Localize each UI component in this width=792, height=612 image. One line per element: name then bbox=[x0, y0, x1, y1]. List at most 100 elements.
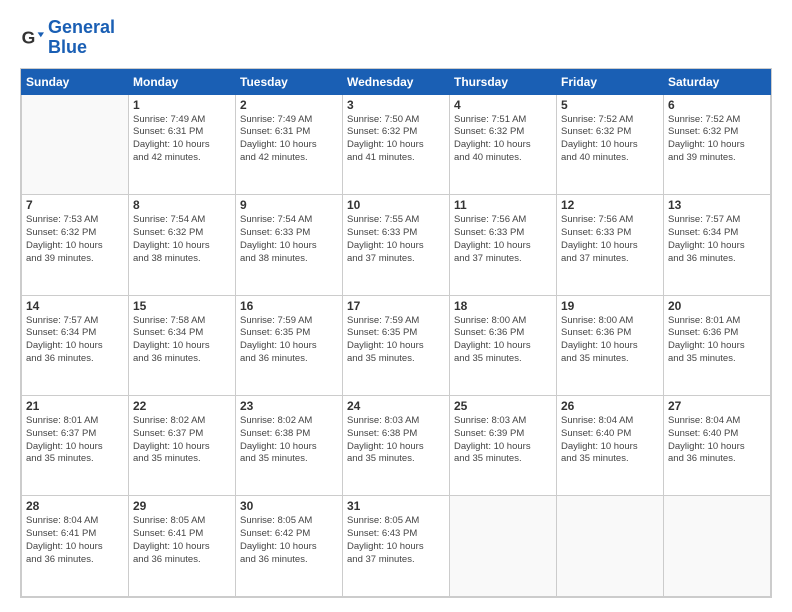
col-header-friday: Friday bbox=[557, 69, 664, 94]
logo: G General Blue bbox=[20, 18, 115, 58]
day-info: Sunrise: 8:02 AM Sunset: 6:37 PM Dayligh… bbox=[133, 415, 231, 466]
day-info: Sunrise: 7:52 AM Sunset: 6:32 PM Dayligh… bbox=[668, 114, 766, 165]
day-number: 7 bbox=[26, 198, 124, 212]
calendar-day-28: 28 Sunrise: 8:04 AM Sunset: 6:41 PM Dayli… bbox=[22, 496, 129, 597]
calendar: SundayMondayTuesdayWednesdayThursdayFrid… bbox=[20, 68, 772, 598]
day-info: Sunrise: 7:54 AM Sunset: 6:33 PM Dayligh… bbox=[240, 214, 338, 265]
day-info: Sunrise: 7:51 AM Sunset: 6:32 PM Dayligh… bbox=[454, 114, 552, 165]
col-header-saturday: Saturday bbox=[664, 69, 771, 94]
empty-cell bbox=[557, 496, 664, 597]
header: G General Blue bbox=[20, 18, 772, 58]
calendar-day-12: 12Sunrise: 7:56 AM Sunset: 6:33 PM Dayli… bbox=[557, 195, 664, 295]
day-info: Sunrise: 7:56 AM Sunset: 6:33 PM Dayligh… bbox=[561, 214, 659, 265]
day-info: Sunrise: 8:05 AM Sunset: 6:41 PM Dayligh… bbox=[133, 515, 231, 566]
empty-cell bbox=[22, 94, 129, 194]
calendar-day-2: 2 Sunrise: 7:49 AM Sunset: 6:31 PM Daylig… bbox=[236, 94, 343, 194]
day-number: 4 bbox=[454, 98, 552, 112]
day-number: 22 bbox=[133, 399, 231, 413]
day-info: Sunrise: 8:02 AM Sunset: 6:38 PM Dayligh… bbox=[240, 415, 338, 466]
day-info: Sunrise: 8:03 AM Sunset: 6:38 PM Dayligh… bbox=[347, 415, 445, 466]
calendar-day-18: 18Sunrise: 8:00 AM Sunset: 6:36 PM Dayli… bbox=[450, 295, 557, 395]
day-number: 13 bbox=[668, 198, 766, 212]
day-number: 30 bbox=[240, 499, 338, 513]
day-info: Sunrise: 7:53 AM Sunset: 6:32 PM Dayligh… bbox=[26, 214, 124, 265]
day-info: Sunrise: 7:52 AM Sunset: 6:32 PM Dayligh… bbox=[561, 114, 659, 165]
day-info: Sunrise: 8:03 AM Sunset: 6:39 PM Dayligh… bbox=[454, 415, 552, 466]
logo-text: General Blue bbox=[48, 18, 115, 58]
day-number: 21 bbox=[26, 399, 124, 413]
calendar-day-23: 23 Sunrise: 8:02 AM Sunset: 6:38 PM Dayli… bbox=[236, 396, 343, 496]
calendar-header-row: SundayMondayTuesdayWednesdayThursdayFrid… bbox=[22, 69, 771, 94]
col-header-monday: Monday bbox=[129, 69, 236, 94]
calendar-day-11: 11 Sunrise: 7:56 AM Sunset: 6:33 PM Dayli… bbox=[450, 195, 557, 295]
calendar-day-17: 17Sunrise: 7:59 AM Sunset: 6:35 PM Dayli… bbox=[343, 295, 450, 395]
svg-text:G: G bbox=[22, 27, 36, 47]
day-number: 28 bbox=[26, 499, 124, 513]
day-info: Sunrise: 8:01 AM Sunset: 6:37 PM Dayligh… bbox=[26, 415, 124, 466]
calendar-day-10: 10Sunrise: 7:55 AM Sunset: 6:33 PM Dayli… bbox=[343, 195, 450, 295]
calendar-day-24: 24 Sunrise: 8:03 AM Sunset: 6:38 PM Dayli… bbox=[343, 396, 450, 496]
calendar-day-29: 29 Sunrise: 8:05 AM Sunset: 6:41 PM Dayli… bbox=[129, 496, 236, 597]
calendar-day-22: 22 Sunrise: 8:02 AM Sunset: 6:37 PM Dayli… bbox=[129, 396, 236, 496]
calendar-day-31: 31 Sunrise: 8:05 AM Sunset: 6:43 PM Dayli… bbox=[343, 496, 450, 597]
calendar-week-row: 28 Sunrise: 8:04 AM Sunset: 6:41 PM Dayli… bbox=[22, 496, 771, 597]
page: G General Blue SundayMondayTuesdayWednes… bbox=[0, 0, 792, 612]
day-number: 17 bbox=[347, 299, 445, 313]
day-number: 24 bbox=[347, 399, 445, 413]
day-number: 11 bbox=[454, 198, 552, 212]
calendar-day-27: 27Sunrise: 8:04 AM Sunset: 6:40 PM Dayli… bbox=[664, 396, 771, 496]
calendar-day-30: 30 Sunrise: 8:05 AM Sunset: 6:42 PM Dayli… bbox=[236, 496, 343, 597]
calendar-day-8: 8 Sunrise: 7:54 AM Sunset: 6:32 PM Daylig… bbox=[129, 195, 236, 295]
logo-icon: G bbox=[20, 26, 44, 50]
calendar-day-20: 20 Sunrise: 8:01 AM Sunset: 6:36 PM Dayli… bbox=[664, 295, 771, 395]
day-number: 29 bbox=[133, 499, 231, 513]
day-number: 10 bbox=[347, 198, 445, 212]
day-info: Sunrise: 7:50 AM Sunset: 6:32 PM Dayligh… bbox=[347, 114, 445, 165]
calendar-day-26: 26Sunrise: 8:04 AM Sunset: 6:40 PM Dayli… bbox=[557, 396, 664, 496]
day-info: Sunrise: 7:49 AM Sunset: 6:31 PM Dayligh… bbox=[240, 114, 338, 165]
day-info: Sunrise: 8:04 AM Sunset: 6:41 PM Dayligh… bbox=[26, 515, 124, 566]
day-number: 1 bbox=[133, 98, 231, 112]
calendar-day-5: 5 Sunrise: 7:52 AM Sunset: 6:32 PM Daylig… bbox=[557, 94, 664, 194]
day-info: Sunrise: 7:54 AM Sunset: 6:32 PM Dayligh… bbox=[133, 214, 231, 265]
day-number: 8 bbox=[133, 198, 231, 212]
calendar-day-4: 4 Sunrise: 7:51 AM Sunset: 6:32 PM Daylig… bbox=[450, 94, 557, 194]
day-info: Sunrise: 8:05 AM Sunset: 6:42 PM Dayligh… bbox=[240, 515, 338, 566]
day-info: Sunrise: 7:49 AM Sunset: 6:31 PM Dayligh… bbox=[133, 114, 231, 165]
day-number: 5 bbox=[561, 98, 659, 112]
day-number: 15 bbox=[133, 299, 231, 313]
day-info: Sunrise: 8:00 AM Sunset: 6:36 PM Dayligh… bbox=[454, 315, 552, 366]
calendar-day-6: 6Sunrise: 7:52 AM Sunset: 6:32 PM Daylig… bbox=[664, 94, 771, 194]
day-info: Sunrise: 8:05 AM Sunset: 6:43 PM Dayligh… bbox=[347, 515, 445, 566]
col-header-tuesday: Tuesday bbox=[236, 69, 343, 94]
calendar-day-25: 25 Sunrise: 8:03 AM Sunset: 6:39 PM Dayli… bbox=[450, 396, 557, 496]
day-number: 14 bbox=[26, 299, 124, 313]
col-header-wednesday: Wednesday bbox=[343, 69, 450, 94]
day-info: Sunrise: 7:57 AM Sunset: 6:34 PM Dayligh… bbox=[26, 315, 124, 366]
day-info: Sunrise: 8:01 AM Sunset: 6:36 PM Dayligh… bbox=[668, 315, 766, 366]
calendar-day-1: 1 Sunrise: 7:49 AM Sunset: 6:31 PM Daylig… bbox=[129, 94, 236, 194]
calendar-day-21: 21 Sunrise: 8:01 AM Sunset: 6:37 PM Dayli… bbox=[22, 396, 129, 496]
calendar-day-9: 9Sunrise: 7:54 AM Sunset: 6:33 PM Daylig… bbox=[236, 195, 343, 295]
day-info: Sunrise: 7:59 AM Sunset: 6:35 PM Dayligh… bbox=[240, 315, 338, 366]
day-number: 16 bbox=[240, 299, 338, 313]
calendar-day-3: 3Sunrise: 7:50 AM Sunset: 6:32 PM Daylig… bbox=[343, 94, 450, 194]
day-number: 19 bbox=[561, 299, 659, 313]
calendar-week-row: 14 Sunrise: 7:57 AM Sunset: 6:34 PM Dayli… bbox=[22, 295, 771, 395]
calendar-week-row: 21 Sunrise: 8:01 AM Sunset: 6:37 PM Dayli… bbox=[22, 396, 771, 496]
day-number: 31 bbox=[347, 499, 445, 513]
col-header-thursday: Thursday bbox=[450, 69, 557, 94]
col-header-sunday: Sunday bbox=[22, 69, 129, 94]
day-info: Sunrise: 7:56 AM Sunset: 6:33 PM Dayligh… bbox=[454, 214, 552, 265]
calendar-day-15: 15Sunrise: 7:58 AM Sunset: 6:34 PM Dayli… bbox=[129, 295, 236, 395]
calendar-day-13: 13Sunrise: 7:57 AM Sunset: 6:34 PM Dayli… bbox=[664, 195, 771, 295]
day-number: 27 bbox=[668, 399, 766, 413]
calendar-day-14: 14 Sunrise: 7:57 AM Sunset: 6:34 PM Dayli… bbox=[22, 295, 129, 395]
day-number: 23 bbox=[240, 399, 338, 413]
day-info: Sunrise: 8:00 AM Sunset: 6:36 PM Dayligh… bbox=[561, 315, 659, 366]
day-number: 2 bbox=[240, 98, 338, 112]
calendar-day-16: 16 Sunrise: 7:59 AM Sunset: 6:35 PM Dayli… bbox=[236, 295, 343, 395]
day-number: 25 bbox=[454, 399, 552, 413]
calendar-day-19: 19 Sunrise: 8:00 AM Sunset: 6:36 PM Dayli… bbox=[557, 295, 664, 395]
day-number: 20 bbox=[668, 299, 766, 313]
